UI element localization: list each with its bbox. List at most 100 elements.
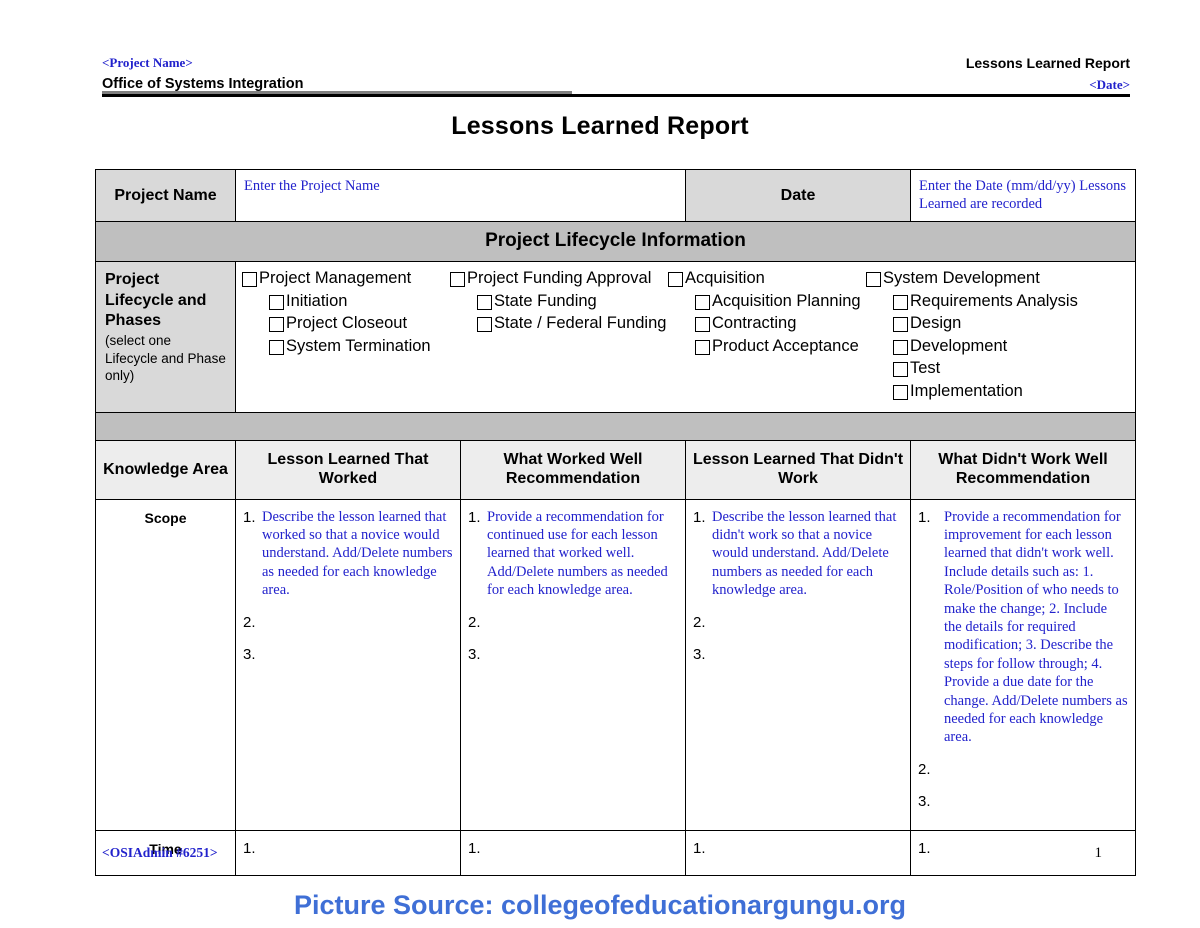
lifecycle-phase-label: Test [910, 359, 941, 378]
checkbox-icon[interactable] [893, 294, 908, 310]
list-item-number: 1. [468, 508, 481, 526]
list-item-text: Describe the lesson learned that didn't … [712, 508, 897, 599]
list-item: 3. [693, 645, 903, 664]
lifecycle-phase-label: Product Acceptance [712, 336, 859, 355]
list-item-number: 1. [693, 508, 706, 526]
list-item-number: 3. [693, 645, 706, 663]
lifecycle-phase-row[interactable]: Design [866, 314, 1096, 333]
lifecycle-phase-row[interactable]: Test [866, 359, 1096, 378]
lifecycle-option-row[interactable]: Acquisition [668, 269, 866, 288]
source-caption: Picture Source: collegeofeducationargung… [293, 890, 907, 920]
lesson-cell[interactable]: 1. Describe the lesson learned that worke… [235, 498, 461, 832]
spacer-band [95, 412, 1136, 442]
lifecycle-phase-row[interactable]: Project Closeout [242, 314, 450, 333]
lesson-cell[interactable]: 1. Provide a recommendation for improveme… [910, 498, 1136, 832]
lifecycle-phase-row[interactable]: State / Federal Funding [450, 314, 668, 333]
lifecycle-phase-row[interactable]: Development [866, 337, 1096, 356]
checkbox-icon[interactable] [893, 339, 908, 355]
lifecycle-label-note: (select one Lifecycle and Phase only) [105, 333, 226, 384]
list-item-text: Describe the lesson learned that worked … [262, 508, 453, 599]
lifecycle-columns: Project Management Initiation Project Clos… [242, 269, 1131, 404]
lifecycle-column-3: Acquisition Acquisition Planning Contracti… [668, 269, 866, 359]
lifecycle-option-label: Project Funding Approval [467, 269, 652, 288]
list-item-number: 1. [918, 508, 931, 526]
lesson-cell[interactable]: 1. Describe the lesson learned that didn'… [685, 498, 911, 832]
checkbox-icon[interactable] [242, 272, 257, 288]
knowledge-table-header-4: Lesson Learned That Didn't Work [685, 440, 911, 500]
lifecycle-phase-row[interactable]: State Funding [450, 292, 668, 311]
lifecycle-section-title: Project Lifecycle Information [95, 221, 1136, 263]
checkbox-icon[interactable] [893, 317, 908, 333]
lifecycle-option-row[interactable]: Project Funding Approval [450, 269, 668, 288]
lifecycle-column-1: Project Management Initiation Project Clos… [242, 269, 450, 359]
header-organization: Office of Systems Integration [102, 75, 304, 92]
checkbox-icon[interactable] [269, 339, 284, 355]
checkbox-icon[interactable] [668, 272, 683, 288]
checkbox-icon[interactable] [269, 317, 284, 333]
lifecycle-option-label: Acquisition [685, 269, 765, 288]
lifecycle-phase-row[interactable]: Requirements Analysis [866, 292, 1096, 311]
spacer-band-row [95, 412, 1136, 442]
lifecycle-phase-row[interactable]: Implementation [866, 382, 1096, 401]
lifecycle-checkbox-panel: Project Management Initiation Project Clos… [235, 261, 1136, 414]
checkbox-icon[interactable] [893, 384, 908, 400]
lesson-list: 1. Describe the lesson learned that didn'… [693, 508, 903, 664]
project-info-row: Project Name Enter the Project Name Date… [95, 168, 1136, 223]
checkbox-icon[interactable] [477, 294, 492, 310]
list-item-text: Provide a recommendation for continued u… [487, 508, 668, 599]
lifecycle-phase-row[interactable]: Initiation [242, 292, 450, 311]
checkbox-icon[interactable] [269, 294, 284, 310]
table-row: Scope 1. Describe the lesson learned that … [95, 498, 1136, 832]
lifecycle-label-title: Project Lifecycle and Phases [105, 271, 207, 329]
document-page: <Project Name> Lessons Learned Report Of… [0, 0, 1200, 928]
checkbox-icon[interactable] [477, 317, 492, 333]
list-item: 1. Provide a recommendation for improveme… [918, 508, 1128, 747]
checkbox-icon[interactable] [695, 339, 710, 355]
list-item-number: 2. [243, 613, 256, 631]
lifecycle-phase-row[interactable]: System Termination [242, 337, 450, 356]
lifecycle-phase-row[interactable]: Contracting [668, 314, 866, 333]
knowledge-table-body: Scope 1. Describe the lesson learned that … [95, 498, 1136, 877]
lifecycle-phase-label: State / Federal Funding [494, 314, 667, 333]
list-item: 1. Provide a recommendation for continued… [468, 508, 678, 600]
running-footer: <OSIAdmin #6251> 1 [102, 845, 1102, 862]
lifecycle-phase-label: Development [910, 336, 1008, 355]
knowledge-table-header-2: Lesson Learned That Worked [235, 440, 461, 500]
lifecycle-option-row[interactable]: Project Management [242, 269, 450, 288]
knowledge-area-cell: Scope [95, 498, 236, 832]
lifecycle-phase-row[interactable]: Product Acceptance [668, 337, 866, 356]
running-header-bottom-row: Office of Systems Integration <Date> [102, 73, 1130, 93]
knowledge-table-header-row: Knowledge Area Lesson Learned That Worked… [95, 440, 1136, 500]
header-date-placeholder: <Date> [1089, 76, 1130, 92]
list-item: 2. [693, 613, 903, 632]
lessons-learned-table: Project Name Enter the Project Name Date… [95, 168, 1136, 877]
list-item-number: 3. [918, 793, 931, 811]
checkbox-icon[interactable] [695, 317, 710, 333]
running-header: <Project Name> Lessons Learned Report Of… [102, 55, 1130, 93]
list-item: 3. [468, 645, 678, 664]
page-title: Lessons Learned Report [451, 112, 749, 140]
list-item: 3. [243, 645, 453, 664]
list-item-number: 3. [468, 645, 481, 663]
lesson-cell[interactable]: 1. Provide a recommendation for continued… [460, 498, 686, 832]
list-item: 1. Describe the lesson learned that worke… [243, 508, 453, 600]
checkbox-icon[interactable] [893, 362, 908, 378]
lifecycle-phase-label: State Funding [494, 291, 597, 310]
checkbox-icon[interactable] [695, 294, 710, 310]
lifecycle-option-row[interactable]: System Development [866, 269, 1096, 288]
lesson-list: 1. Provide a recommendation for improveme… [918, 508, 1128, 812]
checkbox-icon[interactable] [450, 272, 465, 288]
running-header-top-row: <Project Name> Lessons Learned Report [102, 55, 1130, 73]
date-input[interactable]: Enter the Date (mm/dd/yy) Lessons Learne… [910, 168, 1136, 223]
project-name-label: Project Name [95, 168, 236, 223]
list-item: 2. [243, 613, 453, 632]
checkbox-icon[interactable] [866, 272, 881, 288]
list-item: 2. [468, 613, 678, 632]
lifecycle-phase-row[interactable]: Acquisition Planning [668, 292, 866, 311]
lifecycle-option-label: System Development [883, 269, 1040, 288]
list-item-number: 2. [693, 613, 706, 631]
lifecycle-column-2: Project Funding Approval State Funding Sta… [450, 269, 668, 336]
project-name-input[interactable]: Enter the Project Name [235, 168, 686, 223]
lesson-list: 1. Describe the lesson learned that worke… [243, 508, 453, 664]
list-item: 1. Describe the lesson learned that didn'… [693, 508, 903, 600]
